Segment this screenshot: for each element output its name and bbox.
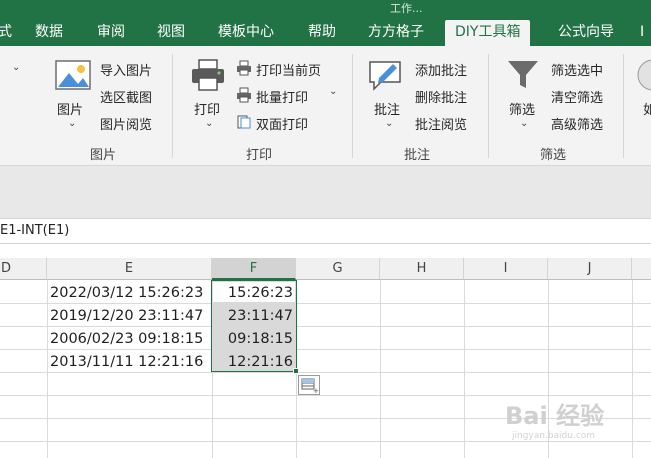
cell-e2[interactable]: 2019/12/20 23:11:47 (50, 305, 203, 327)
add-comment-button[interactable]: 添加批注 (415, 60, 467, 79)
svg-text:+: + (313, 387, 319, 394)
duplex-print-button[interactable]: 双面打印 (256, 114, 308, 133)
cell-e4[interactable]: 2013/11/11 12:21:16 (50, 351, 203, 373)
comment-button[interactable]: 批注 (374, 99, 400, 118)
print-button[interactable]: 打印 (194, 99, 220, 118)
delete-comment-button[interactable]: 删除批注 (415, 87, 467, 106)
column-header-e[interactable]: E (47, 258, 212, 280)
column-header-d[interactable]: D (0, 258, 47, 280)
tab-template-center[interactable]: 模板中心 (218, 20, 274, 46)
group-label-print: 打印 (246, 148, 273, 163)
chevron-down-icon[interactable]: ⌄ (205, 118, 213, 129)
group-label-comment: 批注 (404, 148, 431, 163)
avatar-icon[interactable] (636, 58, 651, 92)
ribbon: ⌄ 图片 ⌄ 导入图片 选区截图 图片阅览 图片 打印 ⌄ 打印当前页 批量打印… (0, 46, 651, 166)
spacer (0, 244, 651, 258)
cell-e1[interactable]: 2022/03/12 15:26:23 (50, 282, 203, 304)
gridline (0, 441, 651, 442)
tab-help[interactable]: 帮助 (308, 20, 336, 46)
column-header-h[interactable]: H (380, 258, 464, 280)
quick-analysis-button[interactable]: + (298, 375, 320, 395)
group-label-filter: 筛选 (540, 148, 567, 163)
comment-pencil-icon[interactable] (367, 58, 403, 92)
gridline (464, 280, 465, 458)
tab-formulas[interactable]: 式 (0, 20, 12, 46)
excel-window: 工作... 式 数据 审阅 视图 模板中心 帮助 方方格子 DIY工具箱 公式向… (0, 0, 651, 458)
picture-icon[interactable] (54, 58, 94, 94)
window-title: 工作... (390, 2, 423, 15)
formula-bar[interactable]: E1-INT(E1) (0, 218, 651, 244)
gridline (47, 280, 48, 458)
filter-funnel-icon[interactable] (506, 58, 540, 92)
group-separator (172, 54, 173, 158)
group-separator (352, 54, 353, 158)
printer-icon[interactable] (190, 58, 226, 92)
print-current-page-icon (237, 60, 251, 76)
batch-print-button[interactable]: 批量打印 (256, 87, 308, 106)
formula-text[interactable]: E1-INT(E1) (0, 223, 69, 238)
chevron-down-icon[interactable]: ⌄ (520, 118, 528, 129)
filter-selected-button[interactable]: 筛选选中 (551, 60, 603, 79)
tab-diy-toolbox[interactable]: DIY工具箱 (445, 20, 531, 46)
clear-filter-button[interactable]: 清空筛选 (551, 87, 603, 106)
tab-formula-wizard[interactable]: 公式向导 (558, 20, 614, 46)
chevron-down-icon[interactable]: ⌄ (68, 118, 76, 129)
chevron-down-icon[interactable]: ⌄ (385, 118, 393, 129)
column-header-g[interactable]: G (296, 258, 380, 280)
picture-button[interactable]: 图片 (57, 99, 83, 118)
chevron-down-icon[interactable]: ⌄ (329, 86, 337, 97)
watermark-logo: Bai 经验 (505, 402, 605, 430)
import-picture-button[interactable]: 导入图片 (100, 60, 152, 79)
filter-button[interactable]: 筛选 (509, 99, 535, 118)
column-header-i[interactable]: I (464, 258, 548, 280)
advanced-filter-button[interactable]: 高级筛选 (551, 114, 603, 133)
tab-data[interactable]: 数据 (35, 20, 63, 46)
column-header-j[interactable]: J (548, 258, 632, 280)
tab-review[interactable]: 审阅 (97, 20, 125, 46)
gridline (380, 280, 381, 458)
batch-print-icon (237, 87, 251, 103)
tab-fangfang-grid[interactable]: 方方格子 (368, 20, 424, 46)
comment-viewer-button[interactable]: 批注阅览 (415, 114, 467, 133)
quick-analysis-icon: + (301, 378, 319, 395)
blank-toolbar-band (0, 166, 651, 218)
group-separator (488, 54, 489, 158)
gridline (632, 280, 633, 458)
group-label-picture: 图片 (90, 148, 117, 163)
watermark-url: jingyan.baidu.com (512, 431, 596, 441)
fill-handle[interactable] (293, 368, 299, 374)
column-header-next[interactable] (632, 258, 651, 280)
selection-screenshot-button[interactable]: 选区截图 (100, 87, 152, 106)
chevron-down-icon[interactable]: ⌄ (12, 62, 20, 73)
tab-overflow[interactable]: I (640, 20, 644, 46)
ribbon-tab-bar: 工作... 式 数据 审阅 视图 模板中心 帮助 方方格子 DIY工具箱 公式向… (0, 0, 651, 46)
group-separator (623, 54, 624, 158)
selection-border (211, 280, 297, 372)
cell-e3[interactable]: 2006/02/23 09:18:15 (50, 328, 203, 350)
print-current-page-button[interactable]: 打印当前页 (256, 60, 321, 79)
partial-ribbon-button[interactable]: 如 (643, 99, 651, 118)
picture-viewer-button[interactable]: 图片阅览 (100, 114, 152, 133)
column-header-f[interactable]: F (212, 258, 296, 280)
duplex-print-icon (237, 115, 251, 129)
tab-view[interactable]: 视图 (157, 20, 185, 46)
